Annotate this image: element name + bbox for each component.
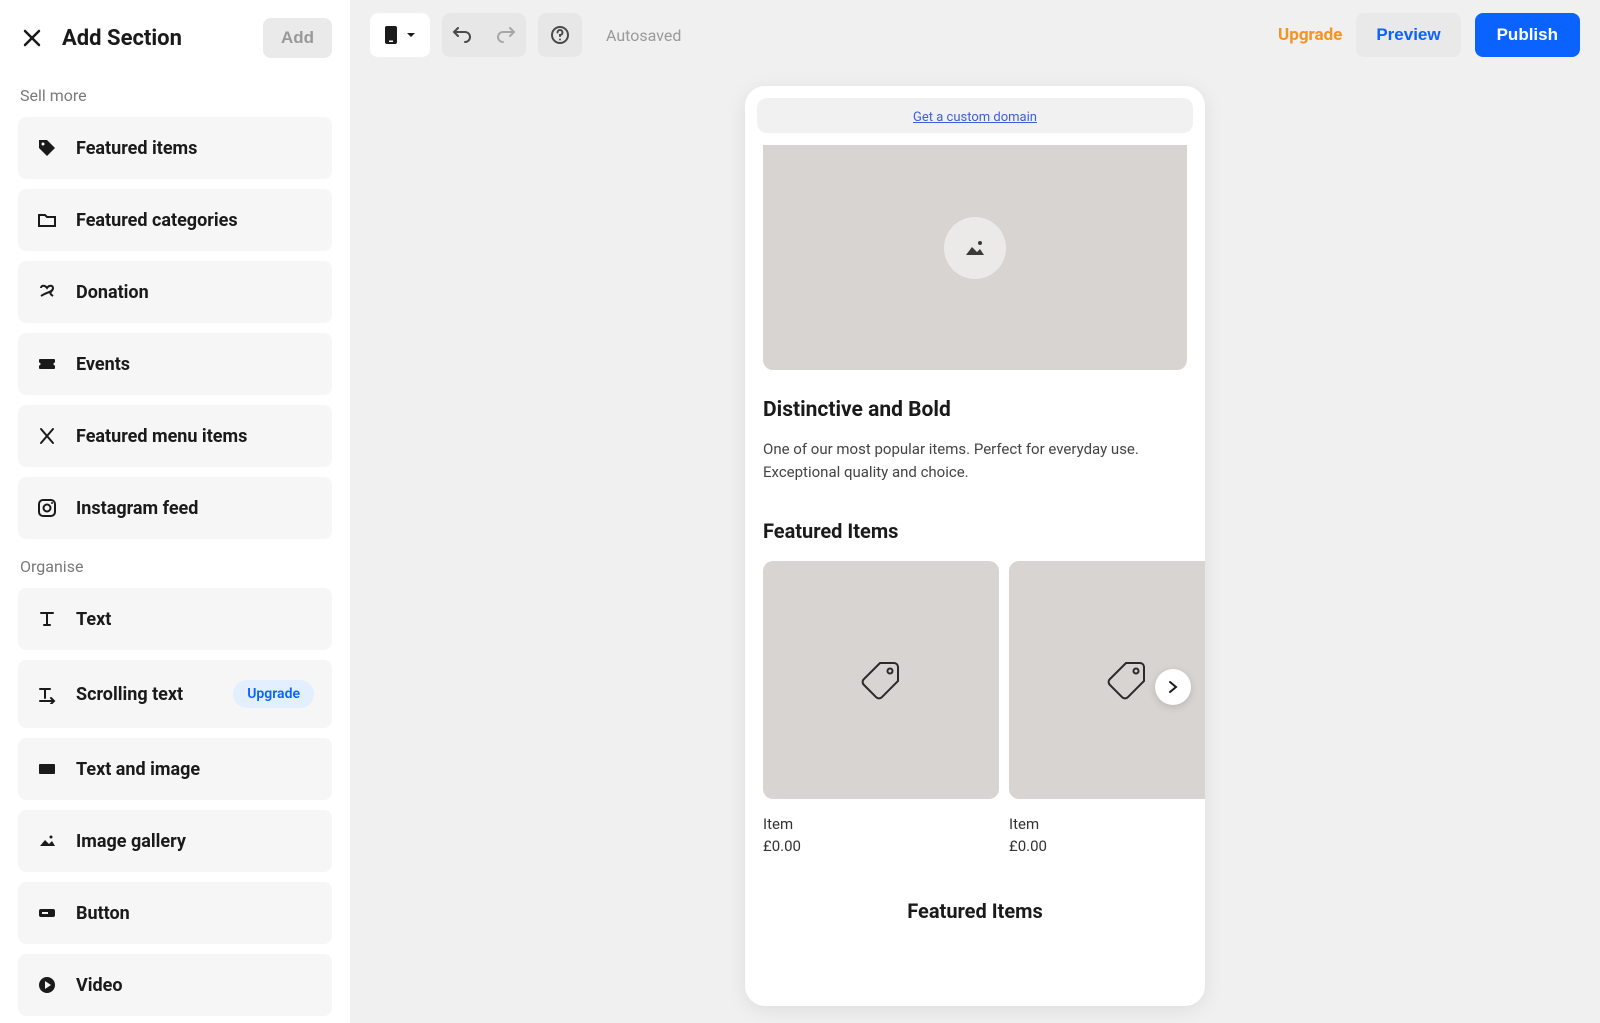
- redo-icon: [496, 27, 516, 43]
- mobile-icon: [384, 25, 398, 45]
- tag-icon: [36, 137, 58, 159]
- image-icon: [964, 239, 986, 257]
- main: Autosaved Upgrade Preview Publish Get a …: [350, 0, 1600, 1023]
- section-item-text[interactable]: Text: [18, 588, 332, 650]
- utensils-icon: [36, 425, 58, 447]
- item-card[interactable]: Item £0.00: [1009, 561, 1205, 855]
- sidebar: Add Section Add Sell more Featured items…: [0, 0, 350, 1023]
- tag-icon: [860, 659, 902, 701]
- button-icon: [36, 902, 58, 924]
- publish-button[interactable]: Publish: [1475, 13, 1580, 57]
- undo-redo-group: [442, 13, 526, 57]
- hero-title: Distinctive and Bold: [763, 398, 1187, 422]
- ribbon-icon: [36, 281, 58, 303]
- device-content[interactable]: Distinctive and Bold One of our most pop…: [745, 145, 1205, 1006]
- preview-button[interactable]: Preview: [1356, 13, 1460, 57]
- tag-icon: [1106, 659, 1148, 701]
- sidebar-title: Add Section: [62, 26, 182, 51]
- custom-domain-link[interactable]: Get a custom domain: [913, 110, 1037, 125]
- featured-heading: Featured Items: [763, 519, 1187, 543]
- toolbar: Autosaved Upgrade Preview Publish: [350, 0, 1600, 70]
- domain-bar: Get a custom domain: [757, 98, 1193, 133]
- item-card[interactable]: Item £0.00: [763, 561, 999, 855]
- section-item-instagram[interactable]: Instagram feed: [18, 477, 332, 539]
- section-label: Text: [76, 609, 111, 630]
- featured-items-row: Item £0.00 Item £0.00: [763, 561, 1187, 855]
- close-icon[interactable]: [18, 24, 46, 52]
- scrolling-text-icon: [36, 683, 58, 705]
- section-label: Featured menu items: [76, 426, 247, 447]
- section-item-events[interactable]: Events: [18, 333, 332, 395]
- image-icon: [36, 830, 58, 852]
- item-price: £0.00: [1009, 837, 1205, 855]
- section-item-scrolling-text[interactable]: Scrolling text Upgrade: [18, 660, 332, 728]
- item-name: Item: [1009, 815, 1205, 833]
- group-label: Organise: [20, 557, 332, 576]
- item-price: £0.00: [763, 837, 999, 855]
- section-item-image-gallery[interactable]: Image gallery: [18, 810, 332, 872]
- upgrade-badge: Upgrade: [233, 680, 314, 708]
- carousel-next-button[interactable]: [1155, 669, 1191, 705]
- undo-icon: [452, 27, 472, 43]
- group-label: Sell more: [20, 86, 332, 105]
- section-label: Image gallery: [76, 831, 186, 852]
- add-button[interactable]: Add: [263, 18, 332, 58]
- section-item-featured-categories[interactable]: Featured categories: [18, 189, 332, 251]
- canvas: Get a custom domain Distinctive and Bold…: [350, 70, 1600, 1023]
- hero-description: One of our most popular items. Perfect f…: [763, 438, 1187, 483]
- section-label: Scrolling text: [76, 684, 183, 705]
- item-image-placeholder: [763, 561, 999, 799]
- section-label: Instagram feed: [76, 498, 198, 519]
- ticket-icon: [36, 353, 58, 375]
- item-name: Item: [763, 815, 999, 833]
- help-icon: [550, 25, 570, 45]
- chevron-down-icon: [406, 32, 416, 38]
- section-label: Featured items: [76, 138, 197, 159]
- section-item-video[interactable]: Video: [18, 954, 332, 1016]
- section-label: Button: [76, 903, 130, 924]
- type-icon: [36, 608, 58, 630]
- chevron-right-icon: [1168, 680, 1178, 694]
- text-image-icon: [36, 758, 58, 780]
- device-selector[interactable]: [370, 13, 430, 57]
- section-label: Donation: [76, 282, 149, 303]
- undo-button[interactable]: [442, 13, 482, 57]
- redo-button[interactable]: [486, 13, 526, 57]
- upgrade-link[interactable]: Upgrade: [1278, 25, 1342, 45]
- folder-icon: [36, 209, 58, 231]
- section-label: Featured categories: [76, 210, 238, 231]
- hero-image-placeholder[interactable]: [763, 145, 1187, 370]
- help-button[interactable]: [538, 13, 582, 57]
- section-label: Video: [76, 975, 123, 996]
- section-label: Events: [76, 354, 130, 375]
- section-item-button[interactable]: Button: [18, 882, 332, 944]
- section-item-featured-menu[interactable]: Featured menu items: [18, 405, 332, 467]
- section-label: Text and image: [76, 759, 200, 780]
- section-item-donation[interactable]: Donation: [18, 261, 332, 323]
- featured-heading-2: Featured Items: [763, 899, 1187, 923]
- autosaved-label: Autosaved: [606, 26, 681, 45]
- section-item-featured-items[interactable]: Featured items: [18, 117, 332, 179]
- section-item-text-image[interactable]: Text and image: [18, 738, 332, 800]
- video-icon: [36, 974, 58, 996]
- sidebar-header: Add Section Add: [18, 18, 332, 58]
- device-preview: Get a custom domain Distinctive and Bold…: [745, 86, 1205, 1006]
- instagram-icon: [36, 497, 58, 519]
- image-icon-circle: [944, 217, 1006, 279]
